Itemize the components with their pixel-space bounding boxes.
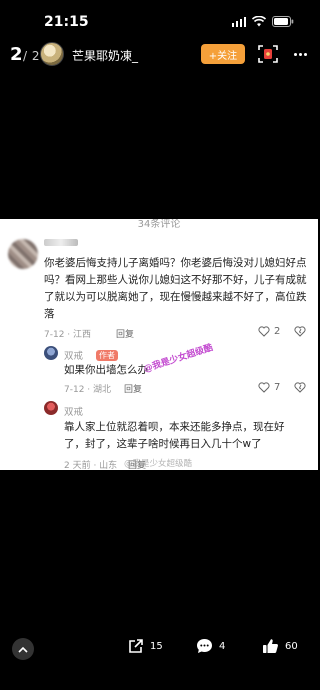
page-total: / 2: [23, 49, 41, 63]
reply-text: 如果你出墙怎么办: [64, 364, 148, 376]
page-current: 2: [10, 44, 24, 65]
comment-button[interactable]: 4: [196, 638, 225, 654]
comment-like-count: 2: [274, 326, 281, 337]
signal-icon: [231, 16, 246, 27]
collapse-button[interactable]: [12, 638, 34, 660]
share-button[interactable]: 15: [128, 638, 163, 654]
header: 2/ 2 芒果耶奶凍_ +关注: [0, 38, 318, 72]
more-icon[interactable]: [290, 44, 310, 64]
reply-reply-link: 回复: [124, 385, 143, 395]
status-icons: [231, 16, 295, 27]
reply-author-name: 双戒: [64, 351, 84, 362]
status-bar: 21:15: [0, 0, 318, 40]
like-button[interactable]: 60: [262, 638, 298, 654]
battery-icon: [272, 16, 294, 27]
bottom-bar: 15 4 60: [0, 630, 318, 670]
post-image: 34条评论 你老婆后悔支持儿子离婚吗？你老婆后悔没对儿媳妇好点吗？看网上那些人说…: [0, 219, 318, 470]
comment-count: 4: [219, 640, 226, 652]
like-count: 60: [285, 640, 298, 652]
watermark-faint: @我是少女超级酷: [124, 459, 193, 469]
follow-button[interactable]: +关注: [201, 44, 245, 64]
comment-icon: [197, 639, 212, 653]
author-badge: 作者: [96, 350, 118, 361]
dislike-icon: [294, 326, 306, 337]
reply-like: 7: [258, 382, 280, 393]
reply-avatar: [44, 346, 58, 360]
username[interactable]: 芒果耶奶凍_: [72, 47, 138, 64]
reply-text: 靠人家上位就忍着呗，本来还能多挣点，现在好了，封了，这辈子啥时候再日入几十个w了: [64, 421, 285, 450]
reply-meta: 2 天前 · 山东: [64, 461, 118, 470]
status-time: 21:15: [44, 14, 89, 30]
dislike-icon: [294, 382, 306, 393]
share-icon: [129, 639, 143, 653]
page-indicator: 2/ 2: [10, 44, 40, 65]
comment-text: 你老婆后悔支持儿子离婚吗？你老婆后悔没对儿媳妇好点吗？看网上那些人说你儿媳妇这不…: [44, 257, 307, 320]
reply-avatar: [44, 401, 58, 415]
share-count: 15: [150, 640, 163, 652]
heart-icon: [258, 382, 270, 393]
comment-meta: 7-12 · 江西: [44, 330, 92, 340]
watermark: @我是少女超级酷: [142, 343, 215, 375]
reply-author-name: 双戒: [64, 407, 84, 418]
chevron-up-icon: [18, 646, 28, 653]
comment-reply-link: 回复: [116, 330, 135, 340]
comment-count-title: 34条评论: [137, 219, 181, 230]
thumbs-up-icon: [263, 639, 278, 653]
commenter-name-blurred: [44, 239, 78, 246]
commenter-avatar: [8, 239, 38, 269]
reply-meta: 7-12 · 湖北: [64, 385, 112, 395]
avatar[interactable]: [40, 42, 64, 66]
comment-like: 2: [258, 326, 280, 337]
wifi-icon: [252, 16, 266, 27]
reply-like-count: 7: [274, 382, 281, 393]
heart-icon: [258, 326, 270, 337]
red-packet-icon[interactable]: [258, 44, 278, 64]
